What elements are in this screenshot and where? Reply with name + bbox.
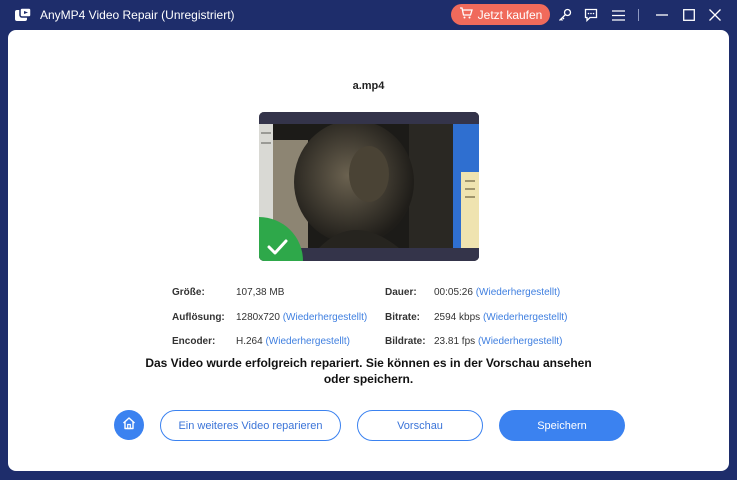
cart-icon (459, 7, 473, 22)
encoder-status: (Wiederhergestellt) (265, 336, 350, 347)
resolution-label: Auflösung: (172, 312, 225, 323)
success-message: Das Video wurde erfolgreich repariert. S… (0, 355, 737, 387)
resolution-status: (Wiederhergestellt) (282, 312, 368, 323)
maximize-icon[interactable] (680, 6, 698, 24)
home-icon (122, 416, 136, 435)
encoder-label: Encoder: (172, 336, 216, 347)
app-title: AnyMP4 Video Repair (Unregistriert) (40, 8, 235, 22)
success-message-line1: Das Video wurde erfolgreich repariert. S… (145, 356, 592, 370)
success-message-line2: oder speichern. (323, 372, 414, 386)
framerate-value-group: 23.81 fps (Wiederhergestellt) (434, 336, 562, 347)
bitrate-status: (Wiederhergestellt) (482, 312, 568, 323)
success-check-icon (259, 217, 303, 261)
key-icon[interactable] (556, 6, 574, 24)
file-name: a.mp4 (352, 80, 385, 92)
resolution-value: 1280x720 (236, 312, 280, 323)
preview-button[interactable]: Vorschau (357, 410, 483, 441)
bitrate-value-group: 2594 kbps (Wiederhergestellt) (434, 312, 567, 323)
duration-label: Dauer: (385, 287, 417, 298)
title-bar: AnyMP4 Video Repair (Unregistriert) Jetz… (0, 0, 737, 30)
bitrate-value: 2594 kbps (434, 312, 481, 323)
close-icon[interactable] (706, 6, 724, 24)
duration-status: (Wiederhergestellt) (475, 287, 561, 298)
buy-now-label: Jetzt kaufen (477, 7, 543, 22)
app-logo-icon (14, 7, 32, 23)
save-button[interactable]: Speichern (499, 410, 625, 441)
duration-value: 00:05:26 (434, 287, 473, 298)
framerate-label: Bildrate: (385, 336, 426, 347)
minimize-icon[interactable] (653, 6, 671, 24)
resolution-value-group: 1280x720 (Wiederhergestellt) (236, 312, 367, 323)
menu-icon[interactable] (609, 6, 627, 24)
encoder-value-group: H.264 (Wiederhergestellt) (236, 336, 350, 347)
titlebar-divider (638, 9, 639, 21)
duration-value-group: 00:05:26 (Wiederhergestellt) (434, 287, 560, 298)
video-thumbnail (259, 112, 479, 261)
framerate-value: 23.81 fps (434, 336, 476, 347)
size-label: Größe: (172, 287, 205, 298)
home-button[interactable] (114, 410, 144, 440)
encoder-value: H.264 (236, 336, 263, 347)
size-value: 107,38 MB (236, 287, 285, 298)
framerate-status: (Wiederhergestellt) (477, 336, 563, 347)
bitrate-label: Bitrate: (385, 312, 421, 323)
repair-another-button[interactable]: Ein weiteres Video reparieren (160, 410, 341, 441)
feedback-icon[interactable] (582, 6, 600, 24)
buy-now-button[interactable]: Jetzt kaufen (451, 4, 550, 25)
